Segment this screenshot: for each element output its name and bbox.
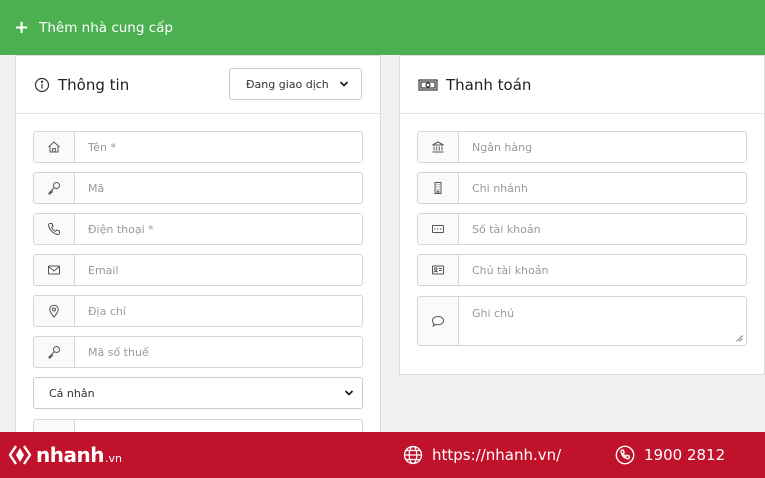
info-panel-header: Thông tin Đang giao dịch <box>16 56 380 114</box>
email-field[interactable]: Email <box>33 254 363 286</box>
account-number-input[interactable]: Số tài khoản <box>458 213 747 245</box>
code-input[interactable]: Mã <box>74 172 363 204</box>
brand-name: nhanh <box>36 443 104 467</box>
money-bill-icon <box>418 78 438 91</box>
home-icon <box>48 141 60 153</box>
name-field[interactable]: Tên * <box>33 131 363 163</box>
website-contact[interactable]: https://nhanh.vn/ <box>403 445 561 465</box>
note-placeholder: Ghi chú <box>472 307 515 320</box>
address-input[interactable]: Địa chỉ <box>74 295 363 327</box>
card-number-icon <box>432 225 444 233</box>
id-card-icon <box>432 265 444 275</box>
info-panel: Thông tin Đang giao dịch Tên * Mã Điện t… <box>15 55 381 440</box>
account-holder-field[interactable]: Chủ tài khoản <box>417 254 747 286</box>
chevron-down-icon <box>344 390 354 396</box>
tax-code-input[interactable]: Mã số thuế <box>74 336 363 368</box>
plus-icon: + <box>14 16 30 38</box>
page-title: Thêm nhà cung cấp <box>39 19 173 36</box>
chat-icon <box>431 315 445 328</box>
supplier-type-select[interactable]: Cá nhân <box>33 377 363 409</box>
payment-panel-title: Thanh toán <box>446 75 532 94</box>
address-field[interactable]: Địa chỉ <box>33 295 363 327</box>
bank-icon <box>432 141 444 153</box>
supplier-type-value: Cá nhân <box>49 386 95 400</box>
name-input[interactable]: Tên * <box>74 131 363 163</box>
phone-input[interactable]: Điện thoại * <box>74 213 363 245</box>
status-select-value: Đang giao dịch <box>246 77 329 91</box>
tax-code-field[interactable]: Mã số thuế <box>33 336 363 368</box>
nhanh-logo-icon <box>8 445 32 465</box>
building-icon <box>434 182 442 194</box>
info-panel-title: Thông tin <box>58 75 130 94</box>
bank-field[interactable]: Ngân hàng <box>417 131 747 163</box>
note-field[interactable]: Ghi chú <box>417 296 747 346</box>
nhanh-logo: nhanh .vn <box>7 442 122 468</box>
location-pin-icon <box>49 304 59 318</box>
page-header: + Thêm nhà cung cấp <box>0 0 765 55</box>
website-link[interactable]: https://nhanh.vn/ <box>432 446 561 464</box>
footer-banner: nhanh .vn https://nhanh.vn/ 1900 2812 <box>0 432 765 478</box>
code-field[interactable]: Mã <box>33 172 363 204</box>
chevron-down-icon <box>339 81 349 87</box>
status-select[interactable]: Đang giao dịch <box>229 68 362 100</box>
payment-panel: Thanh toán Ngân hàng Chi nhánh Số tài kh… <box>399 55 765 375</box>
globe-icon <box>403 445 423 465</box>
envelope-icon <box>48 265 60 275</box>
key-icon <box>48 182 60 195</box>
note-textarea[interactable]: Ghi chú <box>458 296 747 346</box>
email-input[interactable]: Email <box>74 254 363 286</box>
account-number-field[interactable]: Số tài khoản <box>417 213 747 245</box>
key-icon <box>48 346 60 359</box>
phone-icon <box>47 223 60 236</box>
info-circle-icon <box>34 77 50 92</box>
phone-contact[interactable]: 1900 2812 <box>615 445 725 465</box>
account-holder-input[interactable]: Chủ tài khoản <box>458 254 747 286</box>
resize-handle-icon[interactable] <box>736 335 743 342</box>
branch-input[interactable]: Chi nhánh <box>458 172 747 204</box>
bank-input[interactable]: Ngân hàng <box>458 131 747 163</box>
payment-panel-header: Thanh toán <box>400 56 764 114</box>
brand-tld: .vn <box>104 451 122 465</box>
phone-number[interactable]: 1900 2812 <box>644 446 725 464</box>
branch-field[interactable]: Chi nhánh <box>417 172 747 204</box>
phone-circle-icon <box>615 445 635 465</box>
phone-field[interactable]: Điện thoại * <box>33 213 363 245</box>
